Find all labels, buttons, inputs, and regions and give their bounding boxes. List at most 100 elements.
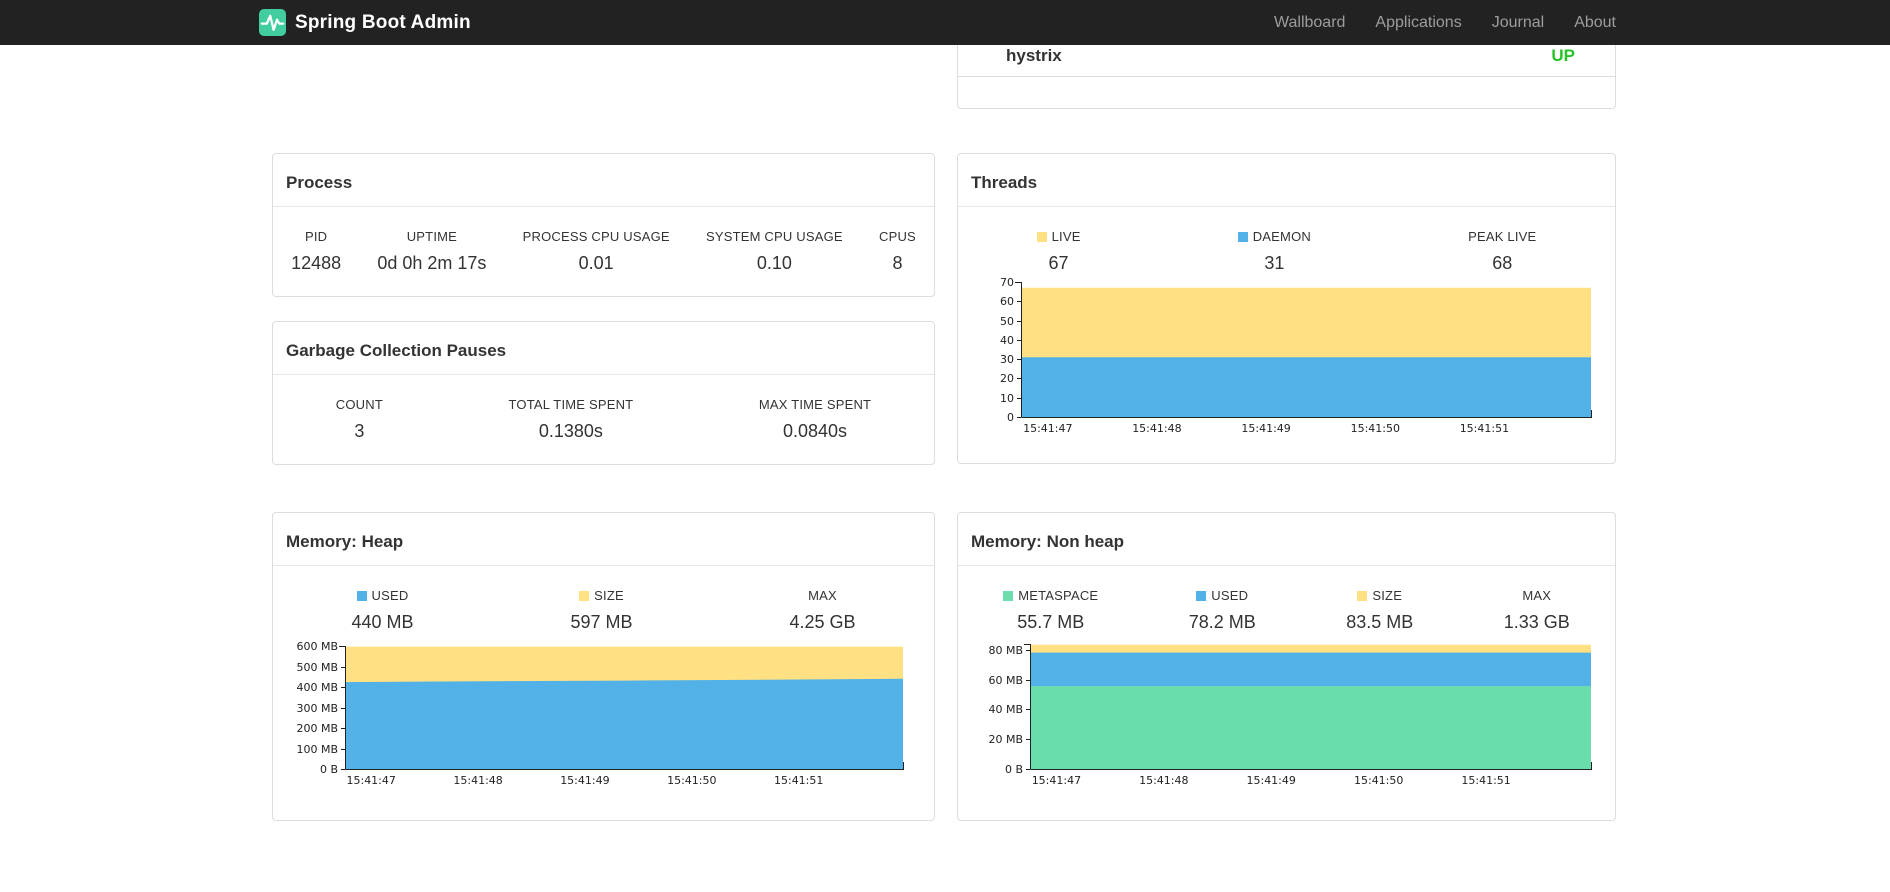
svg-text:15:41:48: 15:41:48 bbox=[1132, 422, 1181, 435]
legend-item: LIVE 67 bbox=[1036, 229, 1081, 274]
heap-card-title: Memory: Heap bbox=[273, 513, 934, 566]
heap-area-chart: 0 B 100 MB 200 MB 300 MB 400 MB 500 MB 600 MB 1… bbox=[273, 638, 936, 798]
legend-value: 597 MB bbox=[570, 612, 633, 632]
stat-value: 12488 bbox=[291, 253, 342, 273]
stat-item: UPTIME 0d 0h 2m 17s bbox=[377, 229, 486, 274]
stat-label: UPTIME bbox=[406, 229, 458, 244]
stat-item: COUNT 3 bbox=[336, 397, 383, 442]
service-name: hystrix bbox=[1006, 46, 1062, 65]
svg-text:15:41:47: 15:41:47 bbox=[1032, 774, 1081, 787]
gc-pauses-card: Garbage Collection Pauses COUNT 3 TOTAL … bbox=[272, 321, 935, 465]
stat-item: PID 12488 bbox=[291, 229, 341, 274]
legend-swatch-icon bbox=[1357, 590, 1368, 601]
stat-label: TOTAL TIME SPENT bbox=[508, 397, 634, 412]
legend-swatch-icon bbox=[1196, 590, 1207, 601]
svg-text:200 MB: 200 MB bbox=[296, 722, 338, 735]
legend-item: METASPACE 55.7 MB bbox=[1003, 588, 1098, 633]
brand-title: Spring Boot Admin bbox=[295, 11, 471, 33]
svg-text:15:41:51: 15:41:51 bbox=[1461, 774, 1510, 787]
heap-legend: USED 440 MB SIZE 597 MB MAX 4.25 GB bbox=[273, 566, 934, 633]
svg-text:15:41:47: 15:41:47 bbox=[346, 774, 395, 787]
legend-label: SIZE bbox=[594, 588, 624, 603]
svg-text:40 MB: 40 MB bbox=[988, 703, 1023, 716]
stat-label: CPUS bbox=[878, 229, 916, 244]
stat-item: SYSTEM CPU USAGE 0.10 bbox=[706, 229, 843, 274]
stat-label: COUNT bbox=[335, 397, 383, 412]
legend-label: USED bbox=[371, 588, 409, 603]
legend-item: SIZE 83.5 MB bbox=[1346, 588, 1413, 633]
svg-text:40: 40 bbox=[1000, 334, 1014, 347]
stat-value: 3 bbox=[354, 421, 365, 441]
nav-link[interactable]: Wallboard bbox=[1259, 0, 1360, 45]
memory-nonheap-card: Memory: Non heap METASPACE 55.7 MB USED bbox=[957, 512, 1616, 821]
legend-label: METASPACE bbox=[1018, 588, 1099, 603]
legend-item: PEAK LIVE 68 bbox=[1468, 229, 1536, 274]
nonheap-card-title: Memory: Non heap bbox=[958, 513, 1615, 566]
stat-label: PID bbox=[304, 229, 328, 244]
legend-value: 31 bbox=[1264, 253, 1285, 273]
svg-text:60 MB: 60 MB bbox=[988, 674, 1023, 687]
legend-value: 4.25 GB bbox=[789, 612, 856, 632]
svg-text:15:41:49: 15:41:49 bbox=[1241, 422, 1290, 435]
stat-item: CPUS 8 bbox=[879, 229, 916, 274]
process-stats: PID 12488 UPTIME 0d 0h 2m 17s PROCESS CP… bbox=[273, 207, 934, 274]
svg-text:20: 20 bbox=[1000, 372, 1014, 385]
svg-text:30: 30 bbox=[1000, 353, 1014, 366]
svg-text:300 MB: 300 MB bbox=[296, 702, 338, 715]
svg-text:600 MB: 600 MB bbox=[296, 640, 338, 653]
legend-item: MAX 1.33 GB bbox=[1504, 588, 1570, 633]
threads-card-title: Threads bbox=[958, 154, 1615, 207]
process-card: Process PID 12488 UPTIME 0d 0h 2m 17s PR… bbox=[272, 153, 935, 297]
stat-value: 0.10 bbox=[756, 253, 792, 273]
legend-value: 1.33 GB bbox=[1503, 612, 1570, 632]
svg-text:15:41:48: 15:41:48 bbox=[453, 774, 502, 787]
legend-swatch-icon bbox=[1036, 231, 1047, 242]
navbar-inner: Spring Boot Admin Wallboard Applications… bbox=[259, 0, 1631, 45]
stat-item: TOTAL TIME SPENT 0.1380s bbox=[509, 397, 634, 442]
legend-label: MAX bbox=[1522, 588, 1552, 603]
svg-text:20 MB: 20 MB bbox=[988, 733, 1023, 746]
legend-value: 67 bbox=[1048, 253, 1069, 273]
legend-label: LIVE bbox=[1051, 229, 1081, 244]
svg-text:0 B: 0 B bbox=[1005, 763, 1023, 776]
nav-link[interactable]: About bbox=[1559, 0, 1631, 45]
legend-label: USED bbox=[1211, 588, 1249, 603]
nonheap-legend: METASPACE 55.7 MB USED 78.2 MB SIZE 83.5… bbox=[958, 566, 1615, 633]
process-card-title: Process bbox=[273, 154, 934, 207]
svg-text:15:41:49: 15:41:49 bbox=[1246, 774, 1295, 787]
stat-label: MAX TIME SPENT bbox=[758, 397, 872, 412]
gc-stats: COUNT 3 TOTAL TIME SPENT 0.1380s MAX TIM… bbox=[273, 375, 934, 442]
spring-boot-admin-logo-icon bbox=[259, 9, 286, 36]
svg-text:80 MB: 80 MB bbox=[988, 644, 1023, 657]
nonheap-area-chart: 0 B 20 MB 40 MB 60 MB 80 MB 15:41:47 15:41:48 1… bbox=[958, 636, 1617, 798]
legend-swatch-icon bbox=[1237, 231, 1248, 242]
legend-value: 68 bbox=[1492, 253, 1513, 273]
threads-card: Threads LIVE 67 DAEMON 31 PEAK LIVE 68 0… bbox=[957, 153, 1616, 464]
svg-text:15:41:51: 15:41:51 bbox=[774, 774, 823, 787]
legend-value: 440 MB bbox=[351, 612, 414, 632]
svg-text:15:41:49: 15:41:49 bbox=[560, 774, 609, 787]
nav-link[interactable]: Journal bbox=[1477, 0, 1559, 45]
svg-text:15:41:50: 15:41:50 bbox=[1351, 422, 1400, 435]
svg-text:15:41:47: 15:41:47 bbox=[1023, 422, 1072, 435]
svg-text:15:41:51: 15:41:51 bbox=[1460, 422, 1509, 435]
svg-text:15:41:50: 15:41:50 bbox=[667, 774, 716, 787]
nav-link[interactable]: Applications bbox=[1360, 0, 1476, 45]
legend-value: 83.5 MB bbox=[1346, 612, 1414, 632]
stat-value: 8 bbox=[892, 253, 903, 273]
brand-link[interactable]: Spring Boot Admin bbox=[259, 9, 471, 36]
legend-item: SIZE 597 MB bbox=[570, 588, 632, 633]
top-navbar: Spring Boot Admin Wallboard Applications… bbox=[0, 0, 1890, 45]
stat-item: MAX TIME SPENT 0.0840s bbox=[759, 397, 871, 442]
svg-text:70: 70 bbox=[1000, 276, 1014, 289]
svg-text:100 MB: 100 MB bbox=[296, 743, 338, 756]
legend-label: PEAK LIVE bbox=[1468, 229, 1537, 244]
legend-swatch-icon bbox=[1003, 590, 1014, 601]
legend-item: MAX 4.25 GB bbox=[789, 588, 855, 633]
svg-text:50: 50 bbox=[1000, 315, 1014, 328]
svg-text:15:41:50: 15:41:50 bbox=[1354, 774, 1403, 787]
svg-text:0 B: 0 B bbox=[320, 763, 338, 776]
navbar-links: Wallboard Applications Journal About bbox=[1259, 0, 1631, 45]
svg-text:10: 10 bbox=[1000, 392, 1014, 405]
legend-item: DAEMON 31 bbox=[1237, 229, 1311, 274]
